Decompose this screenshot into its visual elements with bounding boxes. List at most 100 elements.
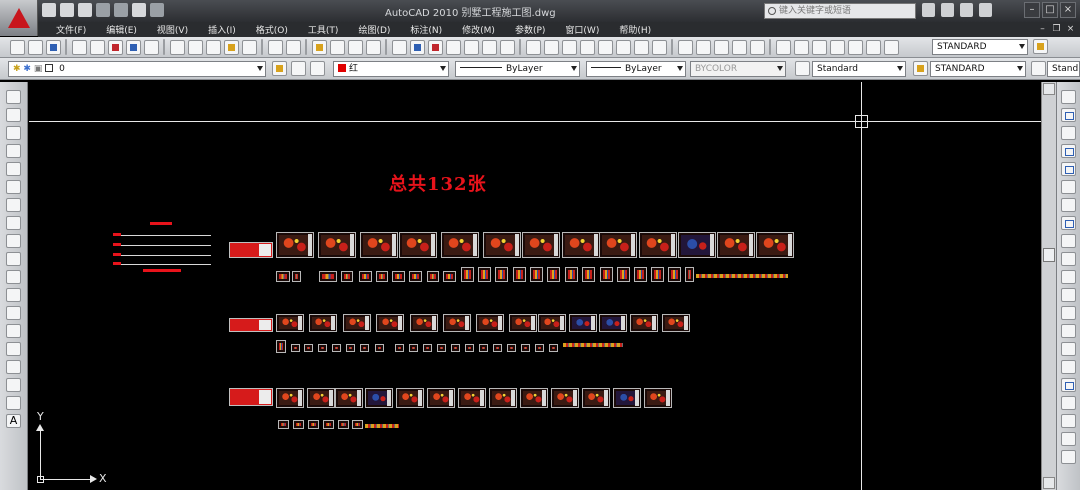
detail-sheet[interactable] (495, 267, 508, 282)
angular-icon[interactable] (651, 39, 667, 55)
drawing-sheet[interactable] (376, 314, 404, 332)
detail-sheet[interactable] (582, 267, 595, 282)
search-input[interactable]: 键入关键字或短语 (764, 3, 916, 19)
layer-select[interactable]: ✱ ✱ ▣ 0 (8, 61, 266, 77)
scale-icon[interactable] (1061, 216, 1076, 230)
menu-format[interactable]: 格式(O) (246, 23, 298, 36)
arc-length-icon[interactable] (561, 39, 577, 55)
explode-icon[interactable] (1061, 378, 1076, 392)
drawing-sheet[interactable] (639, 232, 677, 258)
drawing-sheet[interactable] (309, 314, 337, 332)
drawing-sheet[interactable] (630, 314, 658, 332)
subscription-icon[interactable] (941, 3, 954, 17)
plot-style-select[interactable]: BYCOLOR (690, 61, 786, 77)
drawing-sheet[interactable] (599, 232, 637, 258)
drawing-sheet[interactable] (756, 232, 794, 258)
maximize-button[interactable]: □ (1042, 2, 1058, 18)
array-icon[interactable] (1061, 162, 1076, 176)
fillet-icon[interactable] (1061, 360, 1076, 374)
drawing-sheet[interactable] (360, 232, 398, 258)
paste-icon[interactable] (205, 39, 221, 55)
detail-sheet[interactable] (513, 267, 526, 282)
hatch-icon[interactable] (6, 342, 21, 356)
open-icon[interactable] (60, 3, 74, 17)
detail-sheet[interactable] (535, 344, 544, 352)
scroll-up-button[interactable] (1043, 83, 1055, 95)
insert-block-icon[interactable] (6, 288, 21, 302)
drawing-sheet[interactable] (520, 388, 548, 408)
detail-sheet[interactable] (521, 344, 530, 352)
pan-icon[interactable] (311, 39, 327, 55)
scroll-thumb[interactable] (1043, 248, 1055, 262)
detail-sheet[interactable] (318, 344, 327, 352)
drawing-sheet[interactable] (551, 388, 579, 408)
menu-insert[interactable]: 插入(I) (198, 23, 246, 36)
menu-draw[interactable]: 绘图(D) (348, 23, 400, 36)
detail-sheet[interactable] (292, 271, 301, 282)
detail-sheet[interactable] (443, 271, 456, 282)
drawing-sheet[interactable] (509, 314, 537, 332)
menu-view[interactable]: 视图(V) (147, 23, 198, 36)
join-icon[interactable] (1061, 324, 1076, 338)
detail-sheet[interactable] (392, 271, 405, 282)
aligned-dim-icon[interactable] (543, 39, 559, 55)
detail-sheet[interactable] (293, 420, 304, 429)
draworder-back-icon[interactable] (1061, 414, 1076, 428)
inspection-icon[interactable] (811, 39, 827, 55)
detail-sheet[interactable] (276, 271, 290, 282)
point-icon[interactable] (6, 324, 21, 338)
detail-sheet[interactable] (461, 267, 474, 282)
drawing-sheet[interactable] (399, 232, 437, 258)
send-under-icon[interactable] (1061, 450, 1076, 464)
chamfer-icon[interactable] (1061, 342, 1076, 356)
close-button[interactable]: × (1060, 2, 1076, 18)
layer-manager-icon[interactable] (271, 61, 287, 76)
move-icon[interactable] (1061, 180, 1076, 194)
detail-strip[interactable] (563, 343, 623, 347)
detail-sheet[interactable] (427, 271, 439, 282)
drawing-sheet[interactable] (410, 314, 438, 332)
doc-restore-button[interactable]: ❐ (1051, 23, 1062, 35)
offset-icon[interactable] (1061, 144, 1076, 158)
dim-style-icon[interactable] (912, 61, 928, 76)
rotate-icon[interactable] (1061, 198, 1076, 212)
detail-sheet[interactable] (376, 271, 388, 282)
make-block-icon[interactable] (6, 306, 21, 320)
drawing-sheet[interactable] (427, 388, 455, 408)
dim-style-manager-icon[interactable] (1032, 39, 1048, 54)
detail-sheet[interactable] (565, 267, 578, 282)
radius-icon[interactable] (597, 39, 613, 55)
block-editor-icon[interactable] (241, 39, 257, 55)
menu-edit[interactable]: 编辑(E) (96, 23, 147, 36)
drawing-sheet[interactable] (476, 314, 504, 332)
detail-sheet[interactable] (549, 344, 558, 352)
binoculars-icon[interactable] (922, 3, 935, 17)
copy-icon[interactable] (187, 39, 203, 55)
cover-sheet[interactable] (229, 388, 273, 406)
print-icon[interactable] (71, 39, 87, 55)
zoom-window-icon[interactable] (347, 39, 363, 55)
detail-sheet[interactable] (308, 420, 319, 429)
gradient-icon[interactable] (6, 360, 21, 374)
zoom-realtime-icon[interactable] (329, 39, 345, 55)
detail-strip[interactable] (365, 424, 399, 428)
drawing-sheet[interactable] (307, 388, 335, 408)
polygon-icon[interactable] (6, 144, 21, 158)
arc-icon[interactable] (6, 180, 21, 194)
multiline-text-icon[interactable]: A (6, 414, 21, 428)
continue-icon[interactable] (713, 39, 729, 55)
detail-sheet[interactable] (319, 271, 337, 282)
drawing-sheet[interactable] (717, 232, 755, 258)
construction-line-icon[interactable] (6, 108, 21, 122)
linear-dim-icon[interactable] (525, 39, 541, 55)
text-style-select[interactable]: Standard (812, 61, 906, 77)
drawing-sheet[interactable] (396, 388, 424, 408)
menu-parametric[interactable]: 参数(P) (505, 23, 555, 36)
minimize-button[interactable]: – (1024, 2, 1040, 18)
layer-previous-icon[interactable] (309, 61, 325, 76)
lineweight-select[interactable]: ByLayer (586, 61, 686, 77)
undo-tool-icon[interactable] (267, 39, 283, 55)
copy-object-icon[interactable] (1061, 108, 1076, 122)
menu-file[interactable]: 文件(F) (46, 23, 96, 36)
cover-sheet[interactable] (229, 318, 273, 332)
